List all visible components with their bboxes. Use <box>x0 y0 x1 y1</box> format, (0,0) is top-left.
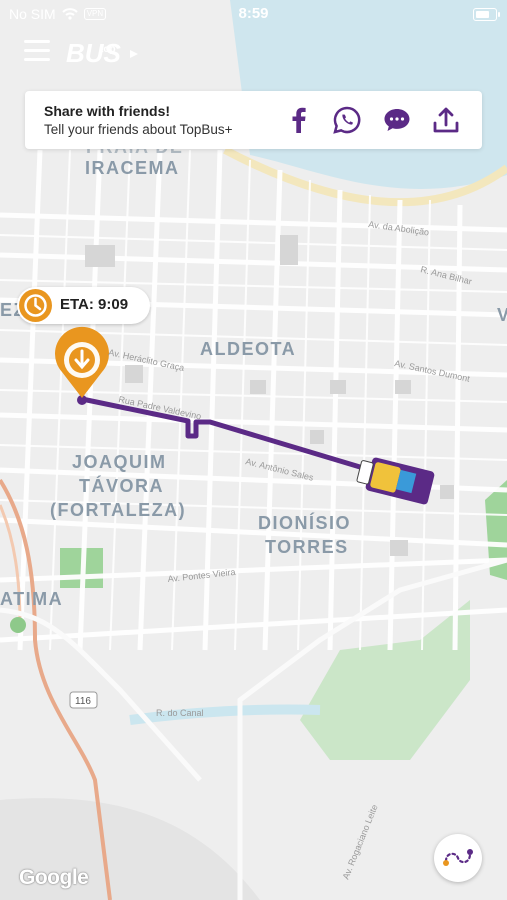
share-card: Share with friends! Tell your friends ab… <box>25 91 482 149</box>
route-toggle-button[interactable] <box>434 834 482 882</box>
facebook-icon[interactable] <box>283 105 313 135</box>
svg-text:116: 116 <box>75 696 91 707</box>
battery-level <box>476 11 489 18</box>
district-joaquim: JOAQUIM <box>72 452 167 472</box>
district-torres: TORRES <box>265 537 349 557</box>
message-icon[interactable] <box>382 105 412 135</box>
clock-icon <box>19 289 52 322</box>
district-atima: ATIMA <box>0 589 63 609</box>
district-v: V <box>497 305 507 325</box>
whatsapp-icon[interactable] <box>332 105 362 135</box>
district-aldeota: ALDEOTA <box>200 339 296 359</box>
battery-icon <box>473 8 500 21</box>
hamburger-menu-button[interactable] <box>24 40 50 62</box>
status-bar: No SIM VPN 8:59 <box>0 0 507 28</box>
share-title: Share with friends! <box>44 103 171 119</box>
share-subtitle: Tell your friends about TopBus+ <box>44 122 233 137</box>
svg-text:top: top <box>100 44 116 55</box>
eta-label: ETA: 9:09 <box>60 296 129 313</box>
street-canal: R. do Canal <box>156 708 204 718</box>
status-time: 8:59 <box>238 5 269 22</box>
topbus-logo: BUS top <box>66 38 138 66</box>
share-upload-icon[interactable] <box>431 105 461 135</box>
district-tavora: TÁVORA <box>79 475 164 496</box>
google-attribution: Google <box>19 866 89 889</box>
district-fortaleza: (FORTALEZA) <box>50 500 186 520</box>
highway-116-shield: 116 <box>69 691 98 709</box>
route-path-icon <box>443 849 473 866</box>
district-iracema: IRACEMA <box>85 158 180 178</box>
district-dionisio: DIONÍSIO <box>258 512 351 533</box>
eta-badge[interactable]: ETA: 9:09 <box>17 287 150 324</box>
